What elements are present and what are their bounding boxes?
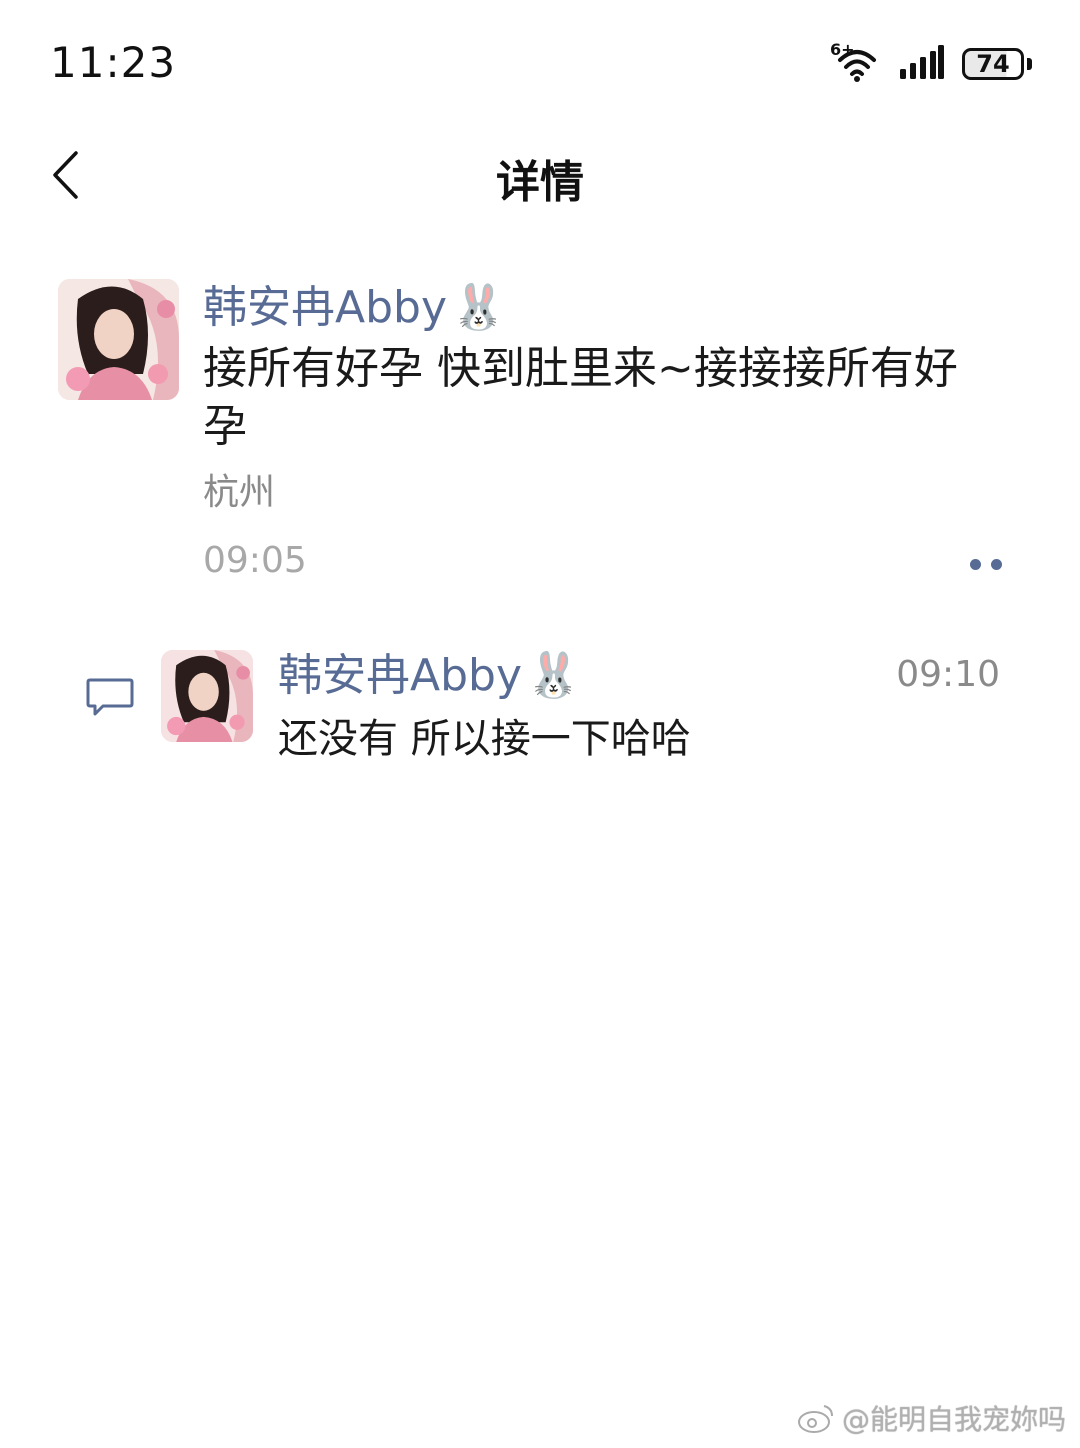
post-body: 韩安冉Abby 🐰 接所有好孕 快到肚里来~接接接所有好孕 杭州 bbox=[203, 280, 1003, 518]
post-username[interactable]: 韩安冉Abby 🐰 bbox=[203, 280, 1003, 336]
username-text: 韩安冉Abby bbox=[278, 650, 522, 701]
dot-icon bbox=[991, 558, 1002, 570]
username-text: 韩安冉Abby bbox=[203, 282, 447, 333]
more-options-button[interactable] bbox=[958, 548, 1014, 580]
post-location[interactable]: 杭州 bbox=[203, 468, 1003, 518]
post-text: 接所有好孕 快到肚里来~接接接所有好孕 bbox=[203, 343, 958, 452]
watermark-text: @能明自我宠妳吗 bbox=[841, 1403, 1066, 1436]
signal-icon bbox=[900, 45, 944, 83]
status-icons: 6+ 74 bbox=[830, 40, 1032, 84]
battery-icon: 74 bbox=[962, 48, 1032, 80]
avatar[interactable] bbox=[58, 279, 179, 400]
post-time: 09:05 bbox=[203, 540, 307, 581]
status-time: 11:23 bbox=[50, 38, 177, 87]
watermark: @能明自我宠妳吗 bbox=[796, 1398, 1066, 1438]
comment-icon bbox=[85, 676, 135, 718]
comment-username[interactable]: 韩安冉Abby 🐰 bbox=[278, 648, 581, 704]
comment-time: 09:10 bbox=[896, 654, 1000, 695]
battery-level: 74 bbox=[962, 48, 1024, 80]
rabbit-emoji-icon: 🐰 bbox=[526, 650, 581, 701]
network-tag: 6+ bbox=[830, 40, 855, 59]
dot-icon bbox=[970, 558, 981, 570]
wifi-icon: 6+ bbox=[830, 40, 882, 84]
comment-text[interactable]: 还没有 所以接一下哈哈 bbox=[278, 712, 691, 766]
weibo-icon bbox=[797, 1405, 833, 1433]
comment-avatar[interactable] bbox=[161, 650, 253, 742]
page-title: 详情 bbox=[496, 157, 584, 208]
rabbit-emoji-icon: 🐰 bbox=[451, 282, 506, 333]
